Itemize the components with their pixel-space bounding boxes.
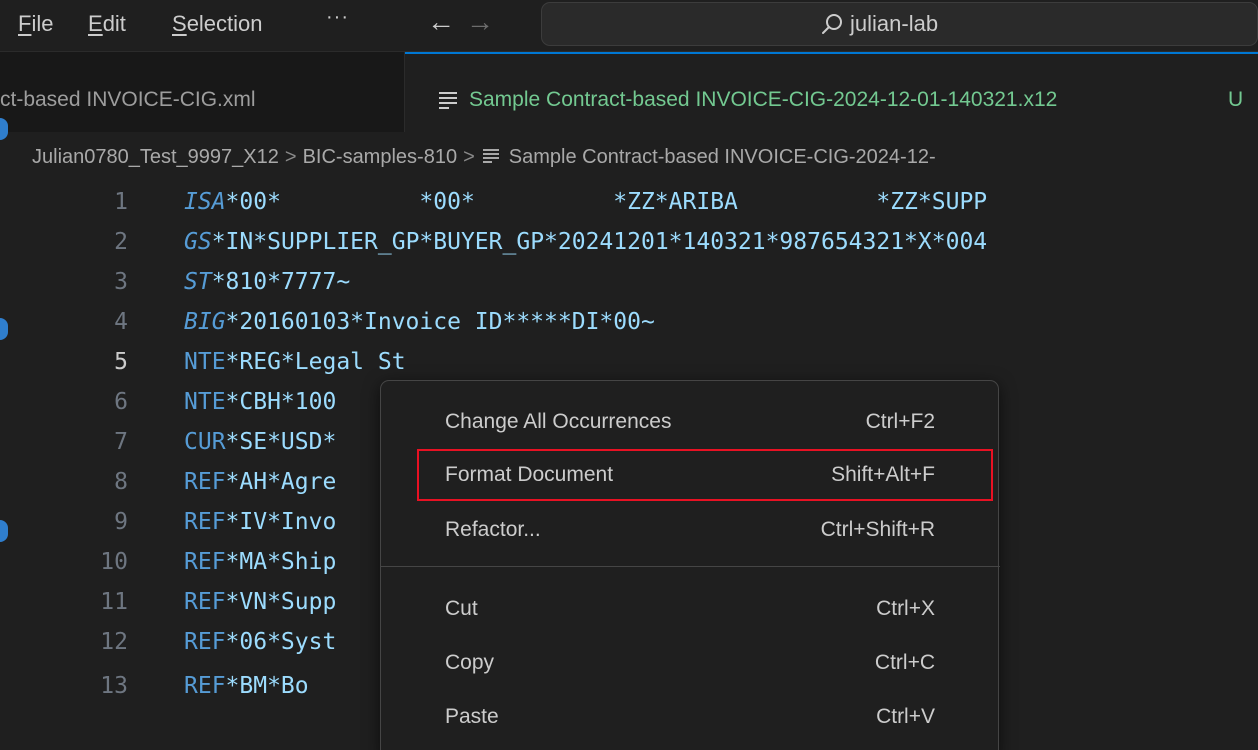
breadcrumb-item-folder[interactable]: Julian0780_Test_9997_X12 [32,146,279,168]
line-number: 5 [114,349,128,375]
menu-file[interactable]: File [18,11,53,37]
back-arrow-icon[interactable]: ← [427,6,455,38]
menu-item-shortcut: Ctrl+X [876,597,935,620]
tab-xml-file[interactable]: ct-based INVOICE-CIG.xml [0,52,405,132]
segment-id: BIG [184,309,226,335]
line-number: 4 [114,309,128,335]
menu-item-shortcut: Ctrl+Shift+R [820,518,935,541]
menu-selection[interactable]: Selection [172,11,263,37]
breadcrumb-item-file[interactable]: Sample Contract-based INVOICE-CIG-2024-1… [509,146,936,168]
segment-id: GS [184,229,212,255]
breadcrumb-item-subfolder[interactable]: BIC-samples-810 [303,146,458,168]
segment-content: *AH*Agre [225,469,337,495]
menu-item-label: Format Document [445,463,614,486]
menu-item-label: Refactor... [445,518,541,541]
line-number: 8 [114,469,128,495]
menu-item-change-all-occurrences[interactable]: Change All Occurrences Ctrl+F2 [419,398,991,446]
menu-edit[interactable]: Edit [88,11,126,37]
menu-item-copy[interactable]: Copy Ctrl+C [419,639,991,687]
menu-item-shortcut: Shift+Alt+F [831,463,935,486]
text-file-icon [482,149,499,163]
menu-item-label: Paste [445,705,499,728]
menu-item-format-document[interactable]: Format Document Shift+Alt+F [417,449,993,501]
editor-tab-bar: ct-based INVOICE-CIG.xml Sample Contract… [0,52,1258,132]
more-menus-button[interactable]: ··· [326,6,349,29]
search-icon [822,14,842,34]
code-line[interactable]: 2 GS*IN*SUPPLIER_GP*BUYER_GP*20241201*140… [0,222,1258,262]
menu-item-label: Cut [445,597,478,620]
menu-item-label: Change All Occurrences [445,410,672,433]
tab-x12-file-active[interactable]: Sample Contract-based INVOICE-CIG-2024-1… [405,52,1258,132]
tab-label: ct-based INVOICE-CIG.xml [0,88,256,111]
command-center-text: julian-lab [850,11,939,36]
menu-separator [381,566,1000,567]
code-line[interactable]: 3 ST*810*7777~ [0,262,1258,302]
segment-content: *IN*SUPPLIER_GP*BUYER_GP*20241201*140321… [211,229,988,255]
segment-id: CUR [184,429,226,455]
line-number: 9 [114,509,128,535]
line-number: 1 [114,189,128,215]
segment-content: *SE*USD* [225,429,337,455]
breadcrumb-separator: > [463,146,475,168]
code-line[interactable]: 4 BIG*20160103*Invoice ID*****DI*00~ [0,302,1258,342]
editor-context-menu: Change All Occurrences Ctrl+F2 Format Do… [380,380,1000,750]
breadcrumb-separator: > [284,146,297,168]
segment-content: *00* *00* *ZZ*ARIBA *ZZ*SUPP [225,189,988,215]
segment-id: ISA [184,189,226,215]
segment-content: *20160103*Invoice ID*****DI*00~ [225,309,655,335]
code-line[interactable]: 1 ISA*00* *00* *ZZ*ARIBA *ZZ*SUPP [0,182,1258,222]
title-bar: File Edit Selection ··· ← → julian-lab [0,0,1258,52]
segment-content: *810*7777~ [211,269,351,295]
menu-item-shortcut: Ctrl+F2 [865,410,935,433]
line-number: 11 [100,589,128,615]
segment-id: NTE [184,349,226,375]
breadcrumb: Julian0780_Test_9997_X12 > BIC-samples-810… [0,132,1258,182]
line-number: 12 [100,629,128,655]
tab-label: Sample Contract-based INVOICE-CIG-2024-1… [469,88,1058,111]
line-number: 13 [100,673,128,699]
segment-content: *VN*Supp [225,589,337,615]
untracked-badge: U [1228,88,1244,111]
segment-content: *06*Syst [225,629,337,655]
line-number: 3 [114,269,128,295]
segment-id: REF [184,629,226,655]
segment-id: REF [184,469,226,495]
menu-item-label: Copy [445,651,495,674]
segment-id: NTE [184,389,226,415]
segment-id: ST [184,269,212,295]
segment-content: *MA*Ship [225,549,337,575]
segment-id: REF [184,673,226,699]
menu-item-paste[interactable]: Paste Ctrl+V [419,693,991,741]
code-line-active[interactable]: 5 NTE*REG*Legal St [0,342,1258,382]
menu-item-shortcut: Ctrl+C [874,651,935,674]
forward-arrow-icon[interactable]: → [466,6,494,38]
menu-item-cut[interactable]: Cut Ctrl+X [419,585,991,633]
menu-item-shortcut: Ctrl+V [876,705,935,728]
line-number: 10 [100,549,128,575]
segment-content: *BM*Bo [225,673,309,699]
segment-content: *IV*Invo [225,509,337,535]
line-number: 2 [114,229,128,255]
command-center-search[interactable]: julian-lab [541,2,1258,46]
vscode-window: File Edit Selection ··· ← → julian-lab c… [0,0,1258,750]
text-file-icon [439,92,457,109]
line-number: 6 [114,389,128,415]
segment-id: REF [184,509,226,535]
line-number: 7 [114,429,128,455]
segment-content: *REG*Legal St [225,349,406,375]
menu-item-refactor[interactable]: Refactor... Ctrl+Shift+R [419,506,991,554]
segment-id: REF [184,589,226,615]
segment-content: *CBH*100 [225,389,337,415]
segment-id: REF [184,549,226,575]
